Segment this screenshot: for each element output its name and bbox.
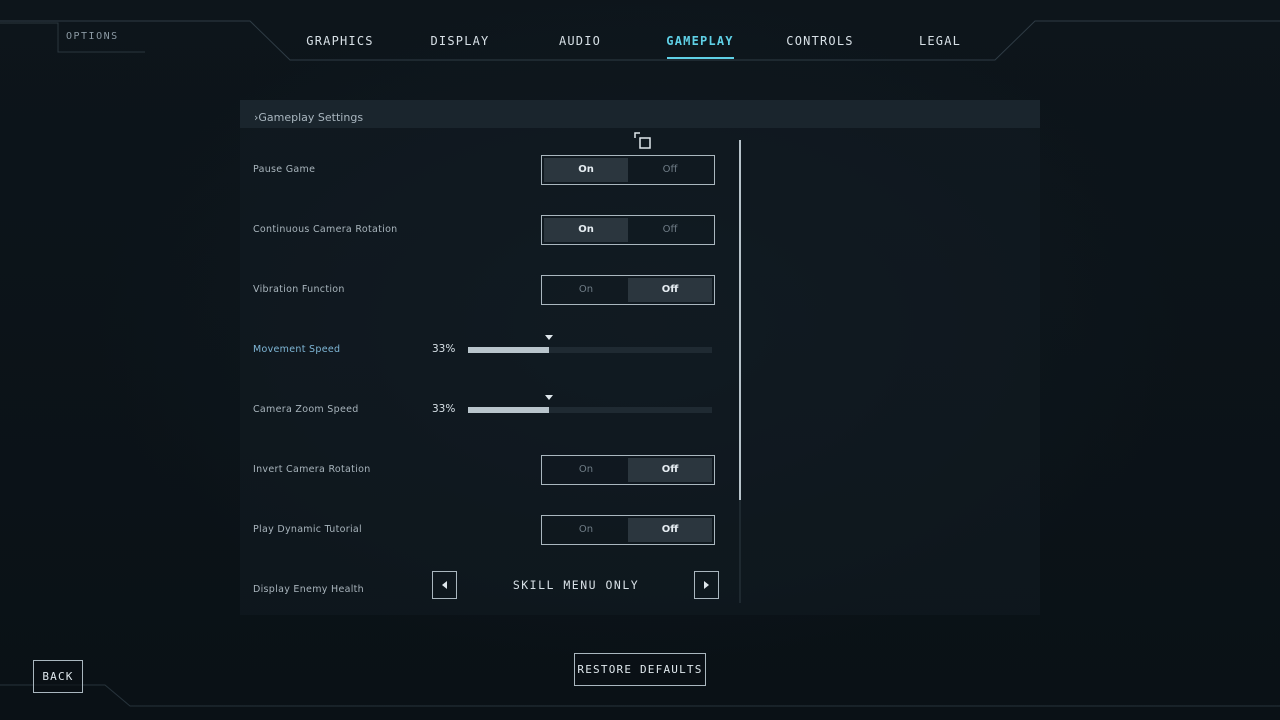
active-tab-indicator bbox=[667, 57, 734, 59]
play-dynamic-tutorial-label: Play Dynamic Tutorial bbox=[253, 524, 362, 535]
pause-game-toggle[interactable]: On Off bbox=[541, 155, 715, 185]
panel-header-title: ›Gameplay Settings bbox=[254, 111, 364, 124]
movement-speed-value: 33% bbox=[432, 343, 456, 355]
vibration-function-off[interactable]: Off bbox=[628, 278, 712, 302]
vibration-function-label: Vibration Function bbox=[253, 284, 345, 295]
continuous-camera-rotation-toggle[interactable]: On Off bbox=[541, 215, 715, 245]
tab-gameplay[interactable]: GAMEPLAY bbox=[666, 33, 733, 59]
camera-zoom-speed-slider-fill bbox=[468, 407, 549, 413]
vibration-function-on[interactable]: On bbox=[544, 278, 628, 302]
tab-legal[interactable]: LEGAL bbox=[919, 33, 961, 59]
pause-game-off[interactable]: Off bbox=[628, 158, 712, 182]
slider-marker-icon[interactable] bbox=[545, 335, 553, 340]
back-button[interactable]: BACK bbox=[33, 660, 83, 693]
vibration-function-toggle[interactable]: On Off bbox=[541, 275, 715, 305]
continuous-camera-rotation-on[interactable]: On bbox=[544, 218, 628, 242]
invert-camera-rotation-on[interactable]: On bbox=[544, 458, 628, 482]
tab-controls[interactable]: CONTROLS bbox=[786, 33, 853, 59]
invert-camera-rotation-label: Invert Camera Rotation bbox=[253, 464, 371, 475]
movement-speed-label: Movement Speed bbox=[253, 344, 341, 355]
restore-defaults-button[interactable]: RESTORE DEFAULTS bbox=[574, 653, 706, 686]
arrow-right-icon[interactable] bbox=[694, 571, 719, 599]
camera-zoom-speed-slider[interactable] bbox=[468, 407, 712, 413]
tab-audio[interactable]: AUDIO bbox=[559, 33, 601, 59]
display-enemy-health-value: SKILL MENU ONLY bbox=[512, 578, 640, 592]
tab-graphics[interactable]: GRAPHICS bbox=[306, 33, 373, 59]
movement-speed-slider[interactable] bbox=[468, 347, 712, 353]
invert-camera-rotation-off[interactable]: Off bbox=[628, 458, 712, 482]
camera-zoom-speed-label: Camera Zoom Speed bbox=[253, 404, 359, 415]
continuous-camera-rotation-off[interactable]: Off bbox=[628, 218, 712, 242]
continuous-camera-rotation-label: Continuous Camera Rotation bbox=[253, 224, 398, 235]
invert-camera-rotation-toggle[interactable]: On Off bbox=[541, 455, 715, 485]
play-dynamic-tutorial-off[interactable]: Off bbox=[628, 518, 712, 542]
tab-display[interactable]: DISPLAY bbox=[431, 33, 490, 59]
play-dynamic-tutorial-on[interactable]: On bbox=[544, 518, 628, 542]
movement-speed-slider-fill bbox=[468, 347, 549, 353]
tab-bar: GRAPHICS DISPLAY AUDIO GAMEPLAY CONTROLS… bbox=[0, 33, 1280, 61]
display-enemy-health-label: Display Enemy Health bbox=[253, 584, 364, 595]
play-dynamic-tutorial-toggle[interactable]: On Off bbox=[541, 515, 715, 545]
pause-game-label: Pause Game bbox=[253, 164, 316, 175]
arrow-left-icon[interactable] bbox=[432, 571, 457, 599]
scrollbar-thumb[interactable] bbox=[739, 140, 741, 500]
pause-game-on[interactable]: On bbox=[544, 158, 628, 182]
slider-marker-icon[interactable] bbox=[545, 395, 553, 400]
camera-zoom-speed-value: 33% bbox=[432, 403, 456, 415]
move-icon bbox=[634, 132, 651, 149]
